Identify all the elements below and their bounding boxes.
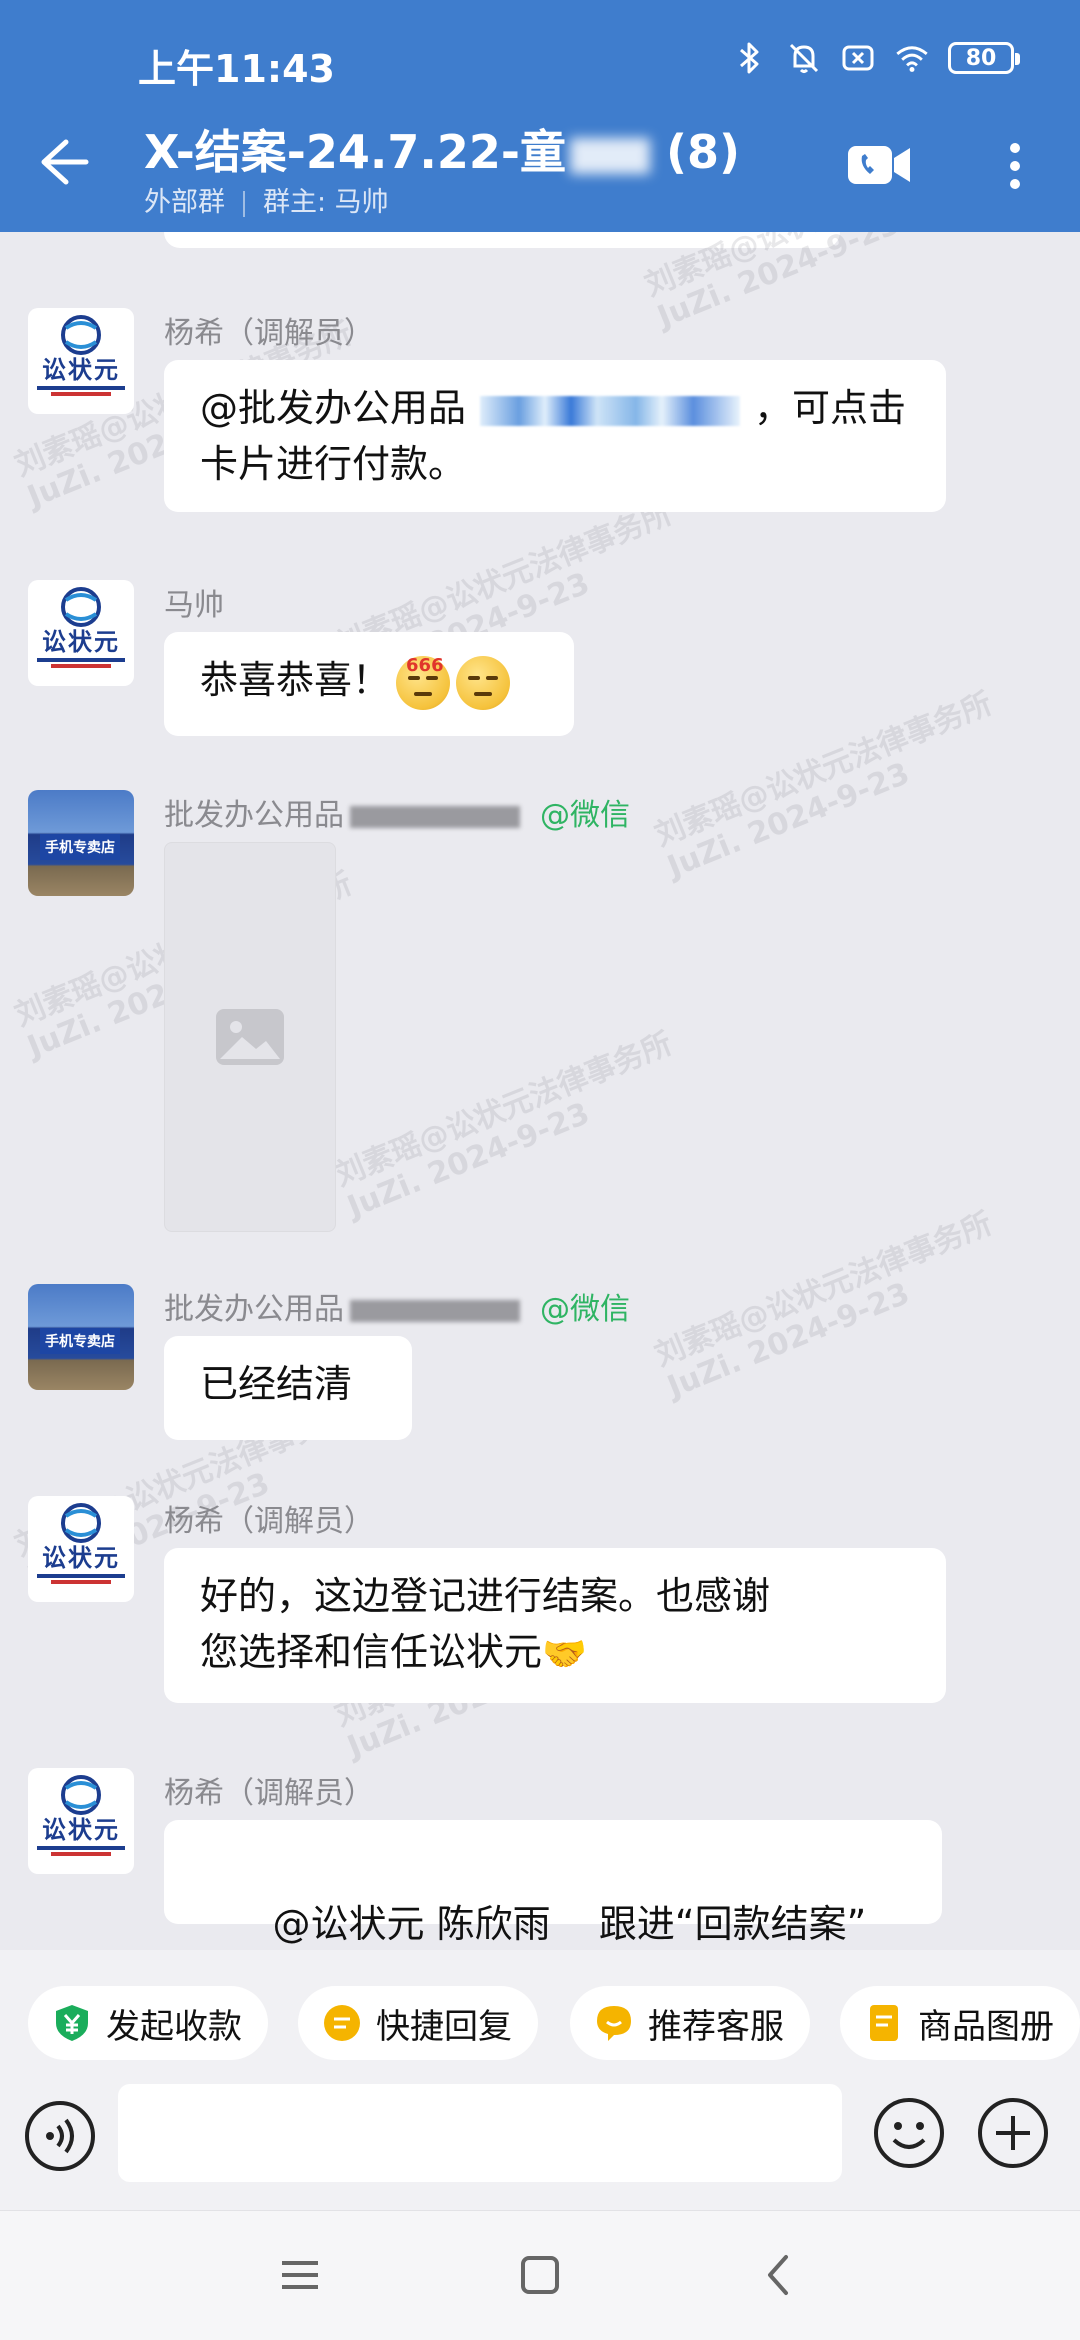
chat-message: 手机专卖店 批发办公用品 @微信 [28, 790, 1028, 1260]
catalog-icon [864, 2003, 904, 2043]
video-call-button[interactable] [846, 140, 912, 190]
back-chevron-icon [768, 2255, 788, 2295]
chat-message-list[interactable]: 刘素瑶@讼状元法律事务所JuZi. 2024-9-23 刘素瑶@讼状元法律事务所… [0, 232, 1080, 1950]
chat-message: 讼状元 杨希（调解员） @批发办公用品 ，可点击卡片进行付款。 [28, 308, 1028, 528]
no-sim-icon [840, 40, 876, 76]
logo-stripe [37, 1574, 125, 1578]
image-message[interactable] [164, 842, 336, 1232]
menu-icon [282, 2261, 318, 2289]
voice-input-button[interactable] [24, 2100, 96, 2172]
service-icon [594, 2003, 634, 2043]
wechat-tag: @微信 [540, 1292, 630, 1327]
logo-icon [61, 1775, 101, 1815]
smirk-666-emoji-icon: 666 [396, 655, 451, 710]
sender-name: 杨希（调解员） [164, 1776, 374, 1811]
member-count: (8) [666, 125, 741, 179]
logo-stripe [51, 664, 111, 668]
sender-name: 杨希（调解员） [164, 1504, 374, 1539]
redacted-text [350, 1299, 520, 1322]
start-payment-chip[interactable]: 发起收款 [28, 1986, 268, 2060]
message-bubble[interactable]: 恭喜恭喜！ 666 [164, 632, 574, 736]
group-owner[interactable]: 群主: 马帅 [263, 187, 389, 218]
divider [243, 190, 245, 217]
avatar[interactable]: 手机专卖店 [28, 1284, 134, 1390]
status-icons: 80 [732, 40, 1020, 76]
emoji-button[interactable] [872, 2096, 946, 2170]
shop-sign: 手机专卖店 [40, 834, 120, 860]
quick-reply-chip[interactable]: 快捷回复 [298, 1986, 538, 2060]
chip-label: 商品图册 [918, 2006, 1054, 2047]
avatar[interactable]: 讼状元 [28, 308, 134, 414]
logo-icon [61, 587, 101, 627]
back-button[interactable] [34, 132, 94, 192]
message-input-bar [0, 2080, 1080, 2210]
sender-name: 马帅 [164, 588, 224, 623]
redacted-text [350, 805, 520, 828]
redacted-name [569, 137, 650, 174]
more-options-button[interactable] [1000, 136, 1030, 196]
home-button[interactable] [510, 2245, 570, 2305]
chat-message: 讼状元 马帅 恭喜恭喜！ 666 [28, 580, 1028, 740]
logo-stripe [51, 1852, 111, 1856]
sender-name: 批发办公用品 @微信 [164, 1292, 630, 1327]
sender-name: 批发办公用品 @微信 [164, 798, 630, 833]
smirk-emoji-icon [456, 655, 511, 710]
message-text: 已经结清 [200, 1362, 353, 1406]
top-bar: 上午11:43 80 X-结案-24.7.22-童 (8) 外部群 群主: 马帅 [0, 0, 1080, 232]
avatar[interactable]: 讼状元 [28, 1496, 134, 1602]
chip-label: 快捷回复 [376, 2006, 512, 2047]
product-catalog-chip[interactable]: 商品图册 [840, 1986, 1080, 2060]
battery-indicator: 80 [948, 42, 1020, 74]
chat-subtitle: 外部群 群主: 马帅 [144, 180, 389, 219]
message-bubble[interactable]: @批发办公用品 ，可点击卡片进行付款。 [164, 360, 946, 512]
logo-stripe [37, 386, 125, 390]
message-text-field[interactable] [118, 2084, 842, 2182]
logo-stripe [51, 392, 111, 396]
message-bubble[interactable]: 好的，这边登记进行结案。也感谢 您选择和信任讼状元🤝 [164, 1548, 946, 1703]
previous-message-bubble[interactable] [164, 232, 840, 248]
chat-message: 讼状元 杨希（调解员） @讼状元 陈欣雨 跟进“回款结案” [28, 1768, 1028, 1946]
message-bubble[interactable]: 已经结清 [164, 1336, 412, 1440]
bluetooth-icon [732, 40, 768, 76]
home-square-icon [521, 2256, 559, 2294]
message-text: 您选择和信任讼状元 [200, 1630, 543, 1674]
system-back-button[interactable] [750, 2245, 810, 2305]
chat-message: 讼状元 杨希（调解员） 好的，这边登记进行结案。也感谢 您选择和信任讼状元🤝 [28, 1496, 1028, 1716]
logo-icon [61, 315, 101, 355]
logo-stripe [51, 1580, 111, 1584]
message-text: 好的，这边登记进行结案。也感谢 [200, 1574, 771, 1618]
recent-apps-button[interactable] [270, 2245, 330, 2305]
sender-name: 杨希（调解员） [164, 316, 374, 351]
message-bubble[interactable]: @讼状元 陈欣雨 跟进“回款结案” [164, 1820, 942, 1946]
message-text: @讼状元 陈欣雨 跟进“回款结案” [272, 1902, 867, 1946]
system-navigation-bar [0, 2210, 1080, 2340]
recommend-service-chip[interactable]: 推荐客服 [570, 1986, 810, 2060]
logo-icon [61, 1503, 101, 1543]
logo-stripe [37, 658, 125, 662]
wifi-icon [894, 40, 930, 76]
chip-label: 发起收款 [106, 2006, 242, 2047]
more-actions-plus-button[interactable] [976, 2096, 1050, 2170]
message-text: 恭喜恭喜！ [200, 658, 391, 702]
quick-actions-bar[interactable]: 发起收款 快捷回复 推荐客服 商品图册 [0, 1950, 1080, 2080]
handshake-emoji-icon: 🤝 [542, 1633, 587, 1675]
avatar[interactable]: 手机专卖店 [28, 790, 134, 896]
image-placeholder-icon [216, 1009, 284, 1065]
avatar[interactable]: 讼状元 [28, 1768, 134, 1874]
logo-stripe [37, 1846, 125, 1850]
chat-title: X-结案-24.7.22-童 (8) [144, 116, 740, 182]
payment-icon [52, 2003, 92, 2043]
avatar[interactable]: 讼状元 [28, 580, 134, 686]
chat-message: 手机专卖店 批发办公用品 @微信 已经结清 [28, 1284, 1028, 1444]
chip-label: 推荐客服 [648, 2006, 784, 2047]
group-type: 外部群 [144, 187, 225, 218]
group-name: X-结案-24.7.22-童 [144, 125, 566, 179]
quick-reply-icon [322, 2003, 362, 2043]
wechat-tag: @微信 [540, 798, 630, 833]
redacted-text [480, 395, 741, 426]
shop-sign: 手机专卖店 [40, 1328, 120, 1354]
status-time: 上午11:43 [138, 47, 335, 91]
message-text: @批发办公用品 [200, 386, 467, 430]
mute-bell-icon [786, 40, 822, 76]
